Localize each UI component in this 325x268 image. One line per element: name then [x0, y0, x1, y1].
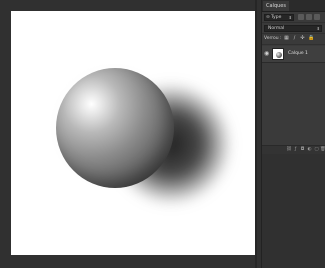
chevron-icon: ⬍: [316, 26, 320, 31]
canvas-area[interactable]: [0, 0, 262, 268]
layer-filter-label: Type: [271, 15, 282, 20]
link-layers-icon[interactable]: ⛓: [286, 147, 292, 152]
blend-mode-label: Normal: [268, 26, 285, 31]
tab-layers[interactable]: Calques: [263, 1, 289, 11]
document-canvas[interactable]: [11, 11, 255, 255]
panel-tabbar: Calques: [262, 0, 325, 12]
lock-pixels-icon[interactable]: ▦: [284, 36, 289, 41]
blend-row: Normal ⬍: [262, 23, 325, 34]
layer-filter-select[interactable]: ⊖ Type ⬍: [264, 14, 294, 21]
eye-icon[interactable]: ◉: [264, 50, 269, 58]
layer-row[interactable]: ◉ Calque 1: [262, 46, 325, 63]
panel-footer: ⛓ ƒ ◘ ◐ ▢ 🗑: [262, 145, 325, 154]
panel-empty-area: [262, 154, 325, 268]
lock-brush-icon[interactable]: ∕: [292, 36, 297, 41]
sphere: [56, 68, 174, 188]
filter-adjustment-icon[interactable]: [306, 14, 312, 20]
add-mask-icon[interactable]: ◘: [300, 147, 305, 152]
layer-name[interactable]: Calque 1: [288, 50, 308, 58]
filter-row: ⊖ Type ⬍: [262, 12, 325, 23]
lock-move-icon[interactable]: ✣: [300, 36, 305, 41]
adjustment-icon[interactable]: ◐: [307, 147, 312, 152]
lock-row: Verrou : ▦ ∕ ✣ 🔒: [262, 34, 325, 45]
delete-layer-icon[interactable]: 🗑: [320, 147, 325, 152]
blend-mode-select[interactable]: Normal ⬍: [264, 25, 322, 32]
filter-type-icon[interactable]: [314, 14, 320, 20]
layers-panel: Calques ⊖ Type ⬍ Normal ⬍ Verrou : ▦ ∕ ✣…: [261, 0, 325, 268]
lock-label: Verrou :: [264, 36, 282, 41]
lock-all-icon[interactable]: 🔒: [308, 36, 314, 41]
chevron-icon: ⬍: [288, 15, 292, 20]
filter-pixel-icon[interactable]: [298, 14, 304, 20]
thumbnail-sphere: [276, 52, 282, 58]
layer-thumbnail: [272, 48, 284, 60]
new-layer-icon[interactable]: ▢: [314, 147, 319, 152]
canvas-divider: [255, 0, 257, 268]
fx-icon[interactable]: ƒ: [293, 147, 298, 152]
filter-icon: ⊖: [266, 15, 270, 20]
